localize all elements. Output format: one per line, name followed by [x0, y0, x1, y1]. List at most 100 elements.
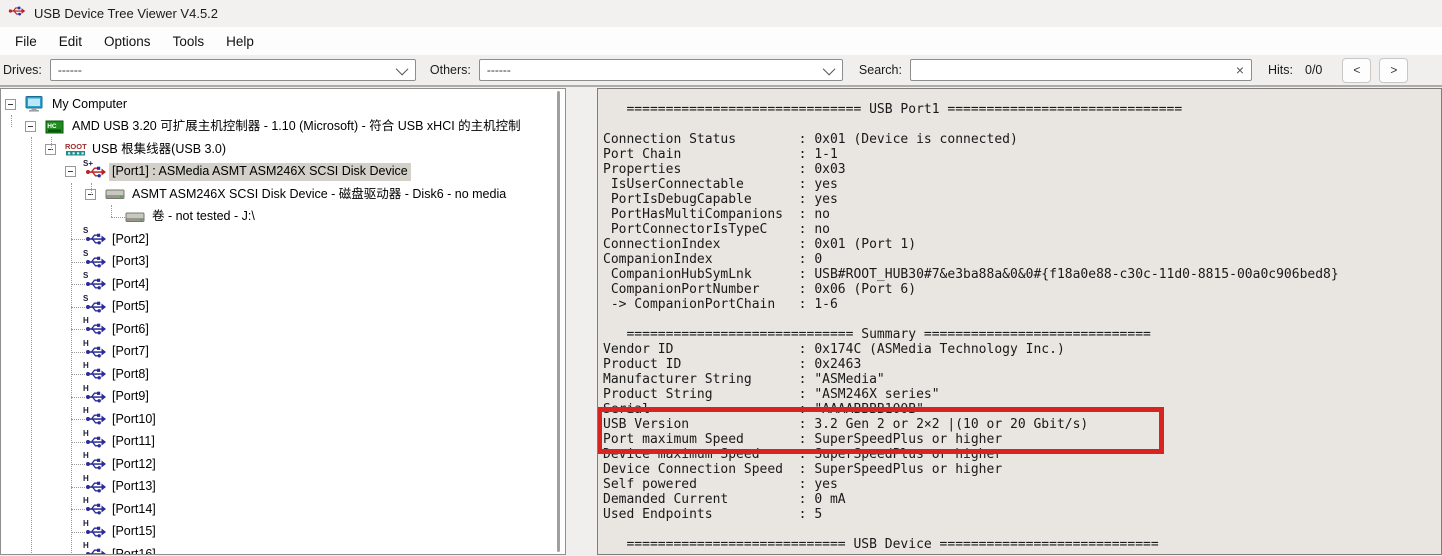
speed-badge: H	[83, 542, 89, 550]
tree-item-label[interactable]: [Port12]	[109, 455, 159, 473]
tree-item-port11[interactable]: H [Port11]	[1, 431, 555, 454]
title-bar: USB Device Tree Viewer V4.5.2	[0, 0, 1442, 27]
speed-badge: H	[83, 407, 89, 415]
app-icon	[8, 4, 26, 23]
tree-item-disk-device[interactable]: ASMT ASM246X SCSI Disk Device - 磁盘驱动器 - …	[1, 183, 555, 206]
tree-item-label[interactable]: [Port14]	[109, 500, 159, 518]
search-input[interactable]	[911, 61, 1229, 79]
next-hit-button[interactable]: >	[1379, 58, 1408, 83]
tree-item-label[interactable]: [Port11]	[109, 433, 158, 451]
others-dropdown[interactable]: ------	[479, 59, 843, 81]
tree-connector-line	[71, 532, 85, 533]
tree-item-port7[interactable]: H [Port7]	[1, 341, 555, 364]
tree-item-port13[interactable]: H[Port13]	[1, 476, 555, 499]
tree-item-port8[interactable]: H[Port8]	[1, 363, 555, 386]
tree-item-my-computer[interactable]: My Computer	[1, 93, 555, 116]
search-label: Search:	[859, 63, 902, 77]
speed-badge: H	[83, 362, 89, 370]
tree-item-label[interactable]: [Port8]	[109, 365, 152, 383]
collapse-toggle-icon[interactable]	[5, 99, 16, 110]
tree-item-port15[interactable]: H[Port15]	[1, 521, 555, 544]
usb-port-icon: H	[85, 366, 107, 382]
tree-item-port6[interactable]: H[Port6]	[1, 318, 555, 341]
chevron-down-icon[interactable]	[396, 62, 409, 75]
tree-item-port2[interactable]: S[Port2]	[1, 228, 555, 251]
host-controller-icon: HC	[45, 119, 67, 135]
collapse-toggle-icon[interactable]	[65, 166, 76, 177]
disk-drive-icon	[105, 186, 127, 202]
usb-port-icon: H	[85, 479, 107, 495]
hits-value: 0/0	[1305, 63, 1322, 77]
tree-item-root-hub[interactable]: ROOTUSB 根集线器(USB 3.0)	[1, 138, 555, 161]
usb-device-icon: S+	[85, 164, 107, 180]
tree-connector-line	[71, 464, 85, 465]
tree-item-port3[interactable]: S[Port3]	[1, 251, 555, 274]
drives-dropdown[interactable]: ------	[50, 59, 416, 81]
tree-item-label[interactable]: [Port3]	[109, 253, 152, 271]
tree-item-label[interactable]: My Computer	[49, 95, 130, 113]
tree-item-port5[interactable]: S[Port5]	[1, 296, 555, 319]
tree-item-port14[interactable]: H[Port14]	[1, 498, 555, 521]
speed-badge: H	[83, 385, 89, 393]
tree-item-label[interactable]: AMD USB 3.20 可扩展主机控制器 - 1.10 (Microsoft)…	[69, 118, 524, 136]
tree-item-port9[interactable]: H[Port9]	[1, 386, 555, 409]
tree-scrollbar[interactable]	[557, 91, 560, 552]
tree-item-label[interactable]: [Port7]	[109, 343, 152, 361]
tree-connector-line	[71, 239, 85, 240]
search-box[interactable]: ×	[910, 59, 1252, 81]
tree-item-label[interactable]: [Port5]	[109, 298, 152, 316]
tree-connector-line	[71, 509, 85, 510]
speed-badge: H	[83, 340, 89, 348]
tree-item-label[interactable]: [Port15]	[109, 523, 159, 541]
speed-badge: H	[83, 430, 89, 438]
tree-item-label[interactable]: [Port9]	[109, 388, 152, 406]
tree-connector-line	[71, 262, 85, 263]
speed-badge: H	[83, 475, 89, 483]
clear-search-icon[interactable]: ×	[1229, 62, 1251, 78]
tree-connector-line	[111, 205, 112, 217]
tree-item-port12[interactable]: H[Port12]	[1, 453, 555, 476]
menu-tools[interactable]: Tools	[162, 31, 216, 52]
tree-connector-line	[71, 419, 85, 420]
tree-item-label[interactable]: [Port1] : ASMedia ASMT ASM246X SCSI Disk…	[109, 163, 411, 181]
menu-file[interactable]: File	[4, 31, 48, 52]
tree-item-port10[interactable]: H [Port10]	[1, 408, 555, 431]
tree-item-label[interactable]: USB 根集线器(USB 3.0)	[89, 140, 229, 158]
tree-item-port1[interactable]: S+[Port1] : ASMedia ASMT ASM246X SCSI Di…	[1, 161, 555, 184]
drives-dropdown-value: ------	[58, 63, 82, 77]
tree-connector-line	[71, 554, 85, 555]
tree-item-label[interactable]: 卷 - not tested - J:\	[149, 208, 258, 226]
tree-item-label[interactable]: [Port16]	[109, 545, 159, 555]
usb-port-icon: H	[85, 321, 107, 337]
tree-connector-line	[71, 183, 72, 555]
svg-text:ROOT: ROOT	[65, 142, 87, 151]
tree-item-label[interactable]: [Port6]	[109, 320, 152, 338]
tree-item-label[interactable]: [Port13]	[109, 478, 159, 496]
root-hub-icon: ROOT	[65, 141, 87, 157]
tree-item-port4[interactable]: S[Port4]	[1, 273, 555, 296]
menu-help[interactable]: Help	[215, 31, 265, 52]
menu-options[interactable]: Options	[93, 31, 162, 52]
device-tree-panel[interactable]: My Computer HCAMD USB 3.20 可扩展主机控制器 - 1.1…	[0, 88, 566, 555]
tree-connector-line	[51, 137, 52, 150]
menu-edit[interactable]: Edit	[48, 31, 93, 52]
volume-icon	[125, 209, 147, 225]
speed-badge: S	[83, 295, 88, 303]
tree-item-label[interactable]: [Port10]	[109, 410, 159, 428]
usb-port-icon: S	[85, 299, 107, 315]
tree-item-host-controller[interactable]: HCAMD USB 3.20 可扩展主机控制器 - 1.10 (Microsof…	[1, 116, 555, 139]
chevron-down-icon[interactable]	[823, 62, 836, 75]
tree-connector-line	[71, 284, 85, 285]
collapse-toggle-icon[interactable]	[25, 121, 36, 132]
tree-item-label[interactable]: [Port4]	[109, 275, 152, 293]
tree-item-label[interactable]: ASMT ASM246X SCSI Disk Device - 磁盘驱动器 - …	[129, 185, 509, 203]
tree-item-volume[interactable]: 卷 - not tested - J:\	[1, 206, 555, 229]
previous-hit-button[interactable]: <	[1342, 58, 1371, 83]
usb-port-icon: H	[85, 389, 107, 405]
hits-label: Hits:	[1268, 63, 1293, 77]
tree-item-label[interactable]: [Port2]	[109, 230, 152, 248]
tree-item-port16[interactable]: H [Port16]	[1, 543, 555, 555]
usb-port-icon: S	[85, 276, 107, 292]
menu-bar: FileEditOptionsToolsHelp	[0, 27, 1442, 55]
speed-badge: H	[83, 317, 89, 325]
